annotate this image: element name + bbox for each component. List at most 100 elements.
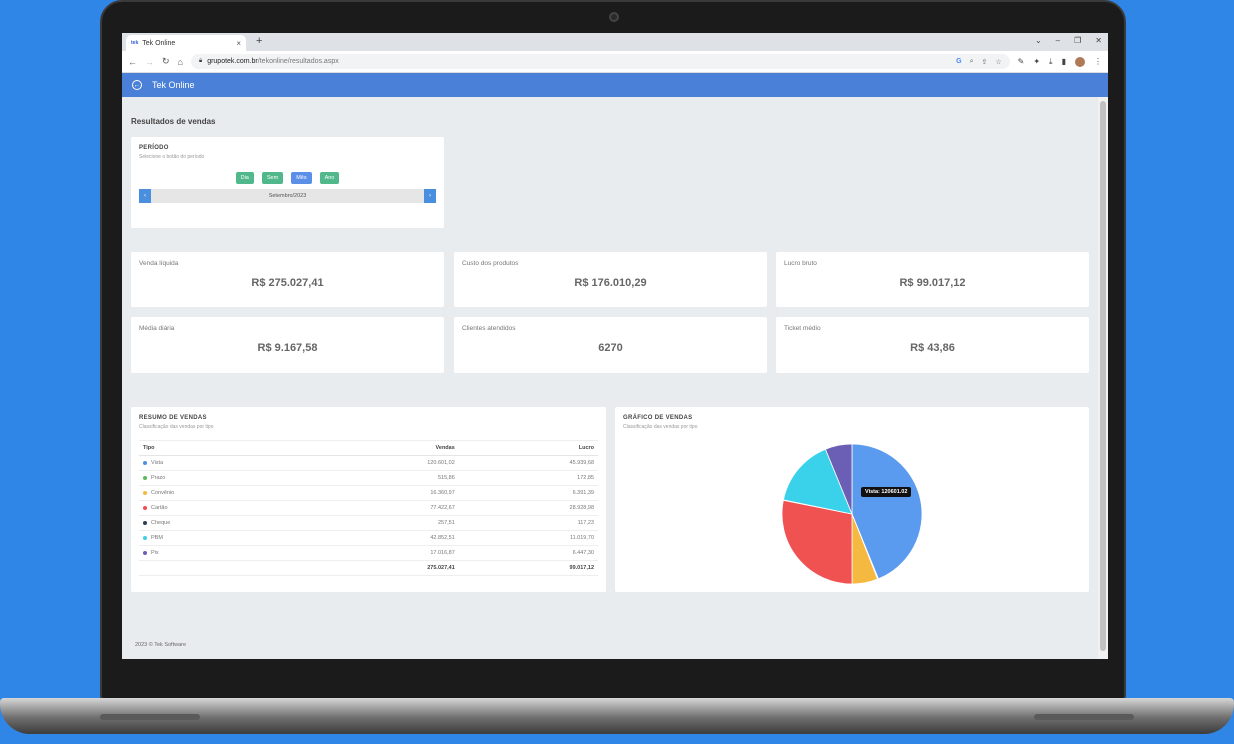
next-period-button[interactable]: › — [424, 189, 436, 203]
extensions-icon[interactable]: ✦ — [1033, 57, 1040, 66]
stat-label: Clientes atendidos — [462, 325, 516, 332]
row-lucro: 172,85 — [454, 470, 598, 486]
share-icon[interactable]: ⇪ — [981, 58, 987, 66]
row-tipo: Convênio — [151, 490, 175, 496]
scroll-thumb[interactable] — [1100, 101, 1106, 651]
chart-subtitle: Classificação das vendas por tipo — [623, 424, 698, 430]
url-field[interactable]: 🔒︎ grupotek.com.br/tekonline/resultados.… — [190, 54, 1010, 69]
row-vendas: 42.852,51 — [316, 530, 455, 546]
legend-dot — [143, 520, 147, 525]
header-tipo: Tipo — [139, 440, 317, 456]
pen-extension-icon[interactable]: ✎ — [1018, 57, 1025, 66]
stat-card-venda-liquida: Venda líquida R$ 275.027,41 — [131, 252, 444, 307]
stat-card-ticket-medio: Ticket médio R$ 43,86 — [776, 317, 1089, 373]
row-vendas: 257,51 — [316, 515, 455, 531]
row-tipo: Cartão — [151, 505, 168, 511]
stat-value: R$ 99.017,12 — [899, 277, 966, 289]
address-bar: ← → ↻ ⌂ 🔒︎ grupotek.com.br/tekonline/res… — [122, 51, 1108, 73]
row-lucro: 45.939,68 — [454, 455, 598, 471]
back-arrow-icon[interactable]: ← — [128, 57, 137, 67]
period-button-sem[interactable]: Sem — [261, 172, 284, 184]
page-scrollbar[interactable] — [1098, 97, 1108, 659]
row-vendas: 515,86 — [316, 470, 455, 486]
legend-dot — [143, 490, 147, 495]
browser-tab[interactable]: tek Tek Online × — [126, 35, 246, 51]
stat-value: 6270 — [598, 342, 623, 354]
stat-label: Custo dos produtos — [462, 260, 519, 267]
row-lucro: 11.019,70 — [454, 530, 598, 546]
sales-summary-card: RESUMO DE VENDAS Classificação das venda… — [131, 407, 606, 592]
base-notch-right — [1034, 714, 1134, 720]
forward-arrow-icon[interactable]: → — [145, 57, 154, 67]
url-path: /tekonline/resultados.aspx — [257, 58, 339, 65]
table-row: Prazo 515,86 172,85 — [139, 470, 598, 486]
table-row: Pix 17.016,87 6.447,30 — [139, 545, 598, 561]
sidepanel-icon[interactable]: ▮ — [1062, 57, 1066, 66]
stat-card-clientes: Clientes atendidos 6270 — [454, 317, 767, 373]
prev-period-button[interactable]: ‹ — [139, 189, 151, 203]
summary-subtitle: Classificação das vendas por tipo — [139, 424, 214, 430]
row-tipo: PBM — [151, 535, 163, 541]
table-row: Cartão 77.422,67 28.928,98 — [139, 500, 598, 516]
back-circle-icon[interactable]: ← — [132, 80, 142, 90]
row-lucro: 28.928,98 — [454, 500, 598, 516]
chart-title: GRÁFICO DE VENDAS — [623, 415, 693, 421]
table-row: PBM 42.852,51 11.019,70 — [139, 530, 598, 546]
period-navigator: ‹ Setembro/2023 › — [139, 189, 436, 203]
stat-value: R$ 275.027,41 — [251, 277, 324, 289]
url-domain: grupotek.com.br — [207, 58, 258, 65]
camera — [609, 12, 619, 22]
row-tipo: Prazo — [151, 475, 166, 481]
period-button-ano[interactable]: Ano — [319, 172, 340, 184]
stat-label: Média diária — [139, 325, 175, 332]
zoom-icon[interactable]: ⌕ — [970, 58, 974, 66]
close-tab-icon[interactable]: × — [236, 39, 241, 48]
stat-label: Venda líquida — [139, 260, 179, 267]
summary-title: RESUMO DE VENDAS — [139, 415, 207, 421]
period-button-mes[interactable]: Mês — [291, 172, 312, 184]
home-icon[interactable]: ⌂ — [178, 57, 183, 67]
table-header-row: Tipo Vendas Lucro — [139, 440, 598, 456]
stat-label: Ticket médio — [784, 325, 821, 332]
legend-dot — [143, 460, 147, 465]
minimize-icon[interactable]: – — [1056, 36, 1060, 45]
restore-icon[interactable]: ❐ — [1074, 36, 1081, 45]
legend-dot — [143, 550, 147, 555]
row-vendas: 77.422,67 — [316, 500, 455, 516]
browser-tabbar: tek Tek Online × + ⌄ – ❐ ✕ — [122, 33, 1108, 51]
sales-summary-table: Tipo Vendas Lucro Vista 120.601,02 45.93… — [139, 440, 598, 576]
period-subtitle: Selecione o botão do período — [139, 154, 205, 160]
close-window-icon[interactable]: ✕ — [1095, 36, 1102, 45]
stat-card-lucro-bruto: Lucro bruto R$ 99.017,12 — [776, 252, 1089, 307]
window-controls: ⌄ – ❐ ✕ — [1035, 36, 1102, 45]
footer-copyright: 2023 © Tek Software — [135, 642, 187, 648]
row-vendas: 16.360,97 — [316, 485, 455, 501]
main-content: Resultados de vendas PERÍODO Selecione o… — [122, 97, 1098, 659]
pie-slice-cartão[interactable] — [781, 499, 853, 585]
google-icon[interactable]: G — [956, 58, 961, 66]
sales-chart-card: GRÁFICO DE VENDAS Classificação das vend… — [615, 407, 1089, 592]
table-row: Cheque 257,51 117,23 — [139, 515, 598, 531]
profile-avatar[interactable] — [1075, 56, 1085, 67]
new-tab-icon[interactable]: + — [256, 35, 262, 47]
lock-icon: 🔒︎ — [198, 58, 203, 64]
base-notch-left — [100, 714, 200, 720]
stat-card-custo: Custo dos produtos R$ 176.010,29 — [454, 252, 767, 307]
legend-dot — [143, 475, 147, 480]
star-icon[interactable]: ☆ — [995, 58, 1001, 66]
row-lucro: 6.447,30 — [454, 545, 598, 561]
period-buttons: Dia Sem Mês Ano — [139, 172, 436, 184]
total-vendas: 275.027,41 — [316, 560, 455, 576]
tek-favicon-icon: tek — [131, 40, 139, 46]
app-header: ← Tek Online — [122, 73, 1108, 97]
reload-icon[interactable]: ↻ — [162, 56, 170, 67]
page-title: Resultados de vendas — [131, 117, 216, 126]
total-lucro: 99.017,12 — [454, 560, 598, 576]
chevron-down-icon[interactable]: ⌄ — [1035, 36, 1042, 45]
app-title: Tek Online — [152, 80, 195, 90]
download-icon[interactable]: ⤓ — [1049, 57, 1053, 67]
table-row: Vista 120.601,02 45.939,68 — [139, 455, 598, 471]
pie-tooltip: Vista: 120601.02 — [861, 487, 912, 497]
period-button-dia[interactable]: Dia — [235, 172, 254, 184]
menu-kebab-icon[interactable]: ⋮ — [1094, 57, 1102, 66]
